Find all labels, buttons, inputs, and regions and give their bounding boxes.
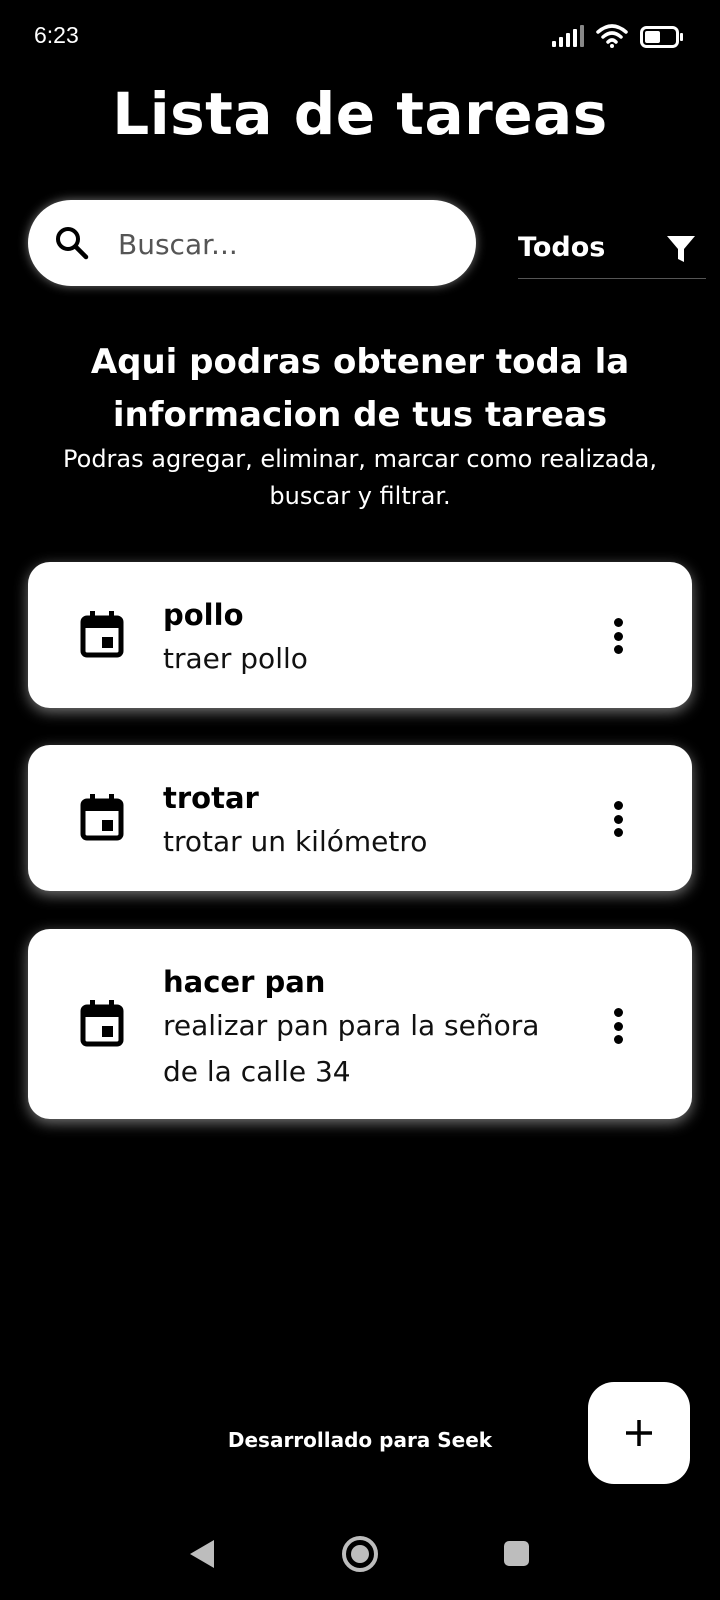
task-card[interactable]: pollo traer pollo <box>28 562 692 708</box>
task-title: pollo <box>163 598 244 632</box>
task-card[interactable]: hacer pan realizar pan para la señora de… <box>28 929 692 1119</box>
search-box[interactable] <box>28 200 476 286</box>
task-card[interactable]: trotar trotar un kilómetro <box>28 745 692 891</box>
task-description: traer pollo <box>163 642 308 675</box>
calendar-icon <box>80 794 124 841</box>
page-title: Lista de tareas <box>112 80 608 148</box>
wifi-icon <box>596 24 628 48</box>
screen: 6:23 Lista de tareas Buscar... Todos Aqu… <box>0 0 720 1600</box>
task-description: realizar pan para la señora de la calle … <box>163 1009 540 1088</box>
status-icons <box>552 24 683 48</box>
calendar-icon <box>80 611 124 658</box>
add-task-button[interactable] <box>588 1382 690 1484</box>
intro-heading: Aqui podras obtener toda la informacion … <box>90 342 630 435</box>
task-title: trotar <box>163 781 259 815</box>
recents-icon[interactable] <box>503 1540 530 1567</box>
more-options-icon[interactable] <box>606 801 630 837</box>
filter-dropdown[interactable]: Todos <box>518 222 706 279</box>
task-title: hacer pan <box>163 965 326 999</box>
battery-icon <box>640 26 683 48</box>
search-input[interactable] <box>116 218 460 270</box>
status-bar: 6:23 <box>0 0 720 72</box>
footer-text: Desarrollado para Seek <box>227 1428 493 1452</box>
filter-icon <box>667 236 695 262</box>
signal-icon <box>552 25 584 47</box>
calendar-icon <box>80 1000 124 1047</box>
home-icon[interactable] <box>340 1534 380 1574</box>
back-icon[interactable] <box>188 1538 216 1570</box>
intro-text: Podras agregar, eliminar, marcar como re… <box>63 445 657 510</box>
more-options-icon[interactable] <box>606 1008 630 1044</box>
more-options-icon[interactable] <box>606 618 630 654</box>
plus-icon <box>626 1420 652 1446</box>
task-description: trotar un kilómetro <box>163 825 428 858</box>
search-icon <box>56 227 89 260</box>
filter-selected-value: Todos <box>518 232 606 263</box>
status-time: 6:23 <box>34 22 79 48</box>
navigation-bar <box>0 1520 720 1590</box>
